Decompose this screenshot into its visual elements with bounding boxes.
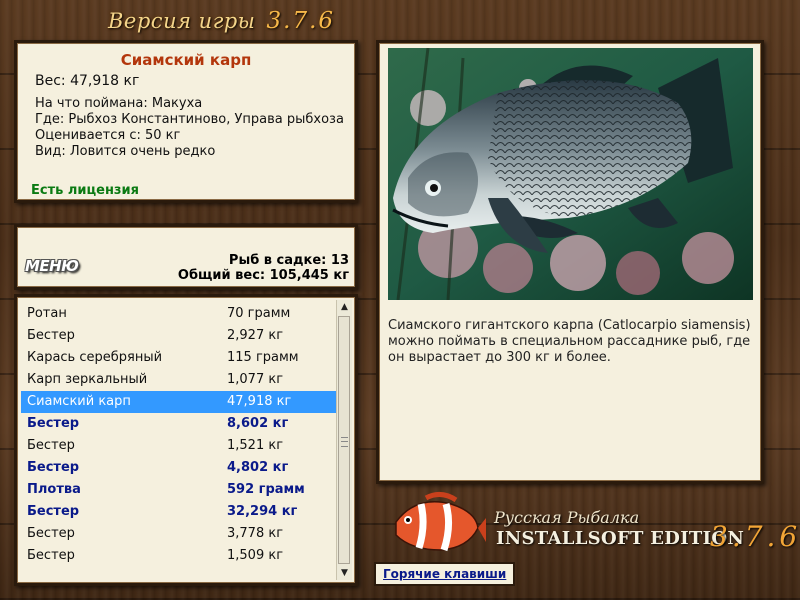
fish-weight: Вес: 47,918 кг: [35, 73, 140, 89]
game-version-title: Версия игры 3.7.6: [108, 8, 335, 34]
catch-fish-name: Бестер: [27, 438, 75, 453]
catch-fish-weight: 115 грамм: [227, 350, 299, 365]
catch-fish-weight: 70 грамм: [227, 306, 291, 321]
catch-fish-name: Бестер: [27, 328, 75, 343]
fish-location: Где: Рыбхоз Константиново, Управа рыбхоз…: [35, 112, 344, 127]
catch-list: Ротан 70 грамм Бестер 2,927 кг Карась серебр…: [21, 303, 337, 567]
total-weight: Общий вес: 105,445 кг: [177, 268, 349, 283]
catch-fish-name: Бестер: [27, 504, 80, 519]
catch-list-row[interactable]: Бестер 32,294 кг: [21, 501, 337, 523]
game-version-label: Версия игры: [108, 9, 256, 33]
catch-fish-name: Плотва: [27, 482, 81, 497]
catch-list-row[interactable]: Бестер 8,602 кг: [21, 413, 337, 435]
fish-info-panel: Сиамский карп Вес: 47,918 кг На что пойм…: [14, 40, 358, 203]
scroll-down-icon[interactable]: ▼: [337, 566, 352, 580]
catch-fish-weight: 3,778 кг: [227, 526, 284, 541]
catch-list-row[interactable]: Бестер 2,927 кг: [21, 325, 337, 347]
catch-list-row[interactable]: Бестер 1,521 кг: [21, 435, 337, 457]
game-version-number: 3.7.6: [266, 8, 336, 34]
fish-bait: На что поймана: Макуха: [35, 96, 203, 111]
catch-list-row[interactable]: Плотва 592 грамм: [21, 479, 337, 501]
catch-list-panel: Ротан 70 грамм Бестер 2,927 кг Карась серебр…: [14, 294, 358, 586]
catch-fish-name: Бестер: [27, 526, 75, 541]
catch-fish-name: Ротан: [27, 306, 67, 321]
fish-rarity: Вид: Ловится очень редко: [35, 144, 216, 159]
catch-list-row[interactable]: Карась серебряный 115 грамм: [21, 347, 337, 369]
catch-fish-weight: 592 грамм: [227, 482, 305, 497]
catch-fish-weight: 4,802 кг: [227, 460, 289, 475]
catch-fish-weight: 47,918 кг: [227, 394, 292, 409]
fish-description: Сиамского гигантского карпа (Catlocarpio…: [388, 318, 751, 365]
catch-fish-weight: 2,927 кг: [227, 328, 284, 343]
logo-version: 3.7.6: [710, 520, 800, 553]
logo-title: Русская Рыбалка: [494, 508, 640, 527]
catch-fish-name: Бестер: [27, 548, 75, 563]
catch-fish-name: Карп зеркальный: [27, 372, 148, 387]
game-logo: Русская Рыбалка INSTALLSOFT EDITION 3.7.…: [386, 490, 797, 560]
hotkeys-button[interactable]: Горячие клавиши: [374, 562, 516, 586]
scroll-thumb[interactable]: [338, 316, 350, 564]
catch-list-row[interactable]: Карп зеркальный 1,077 кг: [21, 369, 337, 391]
fish-detail-panel: Сиамского гигантского карпа (Catlocarpio…: [376, 40, 764, 484]
catch-fish-weight: 1,509 кг: [227, 548, 284, 563]
list-scrollbar[interactable]: ▲ ▼: [336, 300, 352, 580]
catch-fish-name: Сиамский карп: [27, 394, 131, 409]
license-status: Есть лицензия: [31, 183, 139, 198]
catch-fish-weight: 1,521 кг: [227, 438, 284, 453]
catch-fish-name: Бестер: [27, 416, 80, 431]
catch-list-row[interactable]: Ротан 70 грамм: [21, 303, 337, 325]
fish-count: Рыб в садке: 13: [228, 253, 349, 268]
catch-fish-name: Карась серебряный: [27, 350, 163, 365]
catch-list-row[interactable]: Бестер 1,509 кг: [21, 545, 337, 567]
scroll-up-icon[interactable]: ▲: [337, 300, 352, 314]
fish-photo: [388, 48, 753, 300]
catch-list-row[interactable]: Бестер 3,778 кг: [21, 523, 337, 545]
fish-valued-from: Оценивается с: 50 кг: [35, 128, 181, 143]
catch-fish-weight: 32,294 кг: [227, 504, 298, 519]
net-stats-panel: МЕНЮ Рыб в садке: 13 Общий вес: 105,445 …: [14, 224, 358, 290]
menu-button[interactable]: МЕНЮ: [25, 257, 79, 275]
logo-edition: INSTALLSOFT EDITION: [496, 528, 745, 549]
fish-details: На что поймана: Макуха Где: Рыбхоз Конст…: [35, 96, 344, 160]
catch-list-row[interactable]: Сиамский карп 47,918 кг: [21, 391, 337, 413]
catch-fish-weight: 1,077 кг: [227, 372, 284, 387]
grip-icon: [341, 437, 348, 447]
catch-fish-name: Бестер: [27, 460, 80, 475]
catch-list-row[interactable]: Бестер 4,802 кг: [21, 457, 337, 479]
fish-name-heading: Сиамский карп: [120, 51, 252, 69]
clownfish-logo-icon: [395, 492, 486, 552]
catch-fish-weight: 8,602 кг: [227, 416, 289, 431]
siamese-carp-image: [388, 48, 753, 300]
